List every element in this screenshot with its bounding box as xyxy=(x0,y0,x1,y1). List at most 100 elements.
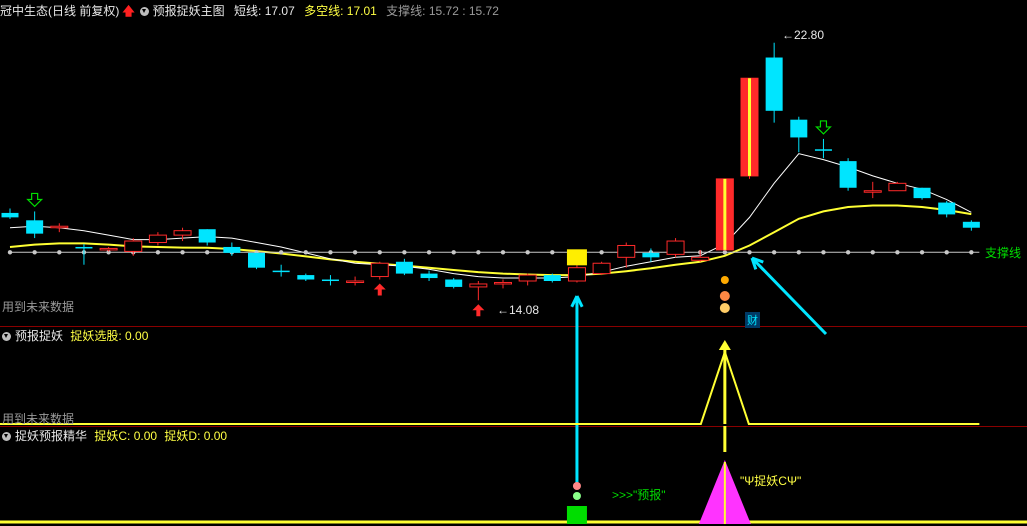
candle-body xyxy=(99,247,118,251)
candle xyxy=(248,252,265,270)
candle xyxy=(814,138,832,159)
forecast-dot-icon xyxy=(572,492,581,500)
candle xyxy=(666,238,685,258)
high-price-value: 22.80 xyxy=(794,28,825,42)
future-note-mid: 用到未来数据 xyxy=(2,412,75,426)
collapse-icon[interactable] xyxy=(139,7,149,16)
candle xyxy=(395,258,413,276)
mid-panel-title: 预报捉妖 xyxy=(15,329,64,343)
candle xyxy=(642,248,660,262)
support-dot xyxy=(870,250,875,255)
support-dot xyxy=(476,250,481,255)
candle xyxy=(198,229,216,246)
candle-body xyxy=(26,220,44,234)
stock-title: 冠中生态(日线 前复权) xyxy=(0,4,120,18)
candle xyxy=(592,261,611,276)
bull-bear-value: 17.01 xyxy=(346,4,377,18)
candle-body xyxy=(395,261,413,274)
chart-canvas xyxy=(0,42,1027,524)
candle-body xyxy=(494,281,512,285)
bottom-panel-header: 捉妖预报精华 捉妖C: 0.00 捉妖D: 0.00 xyxy=(0,427,227,445)
candle xyxy=(715,178,734,251)
low-price-label: ←14.08 xyxy=(497,303,540,317)
mid-item-label: 捉妖选股 xyxy=(70,329,119,343)
support-dot xyxy=(500,250,506,255)
bottom-panel-title: 捉妖预报精华 xyxy=(15,429,88,443)
candle-body xyxy=(962,221,980,228)
support-dot xyxy=(796,250,801,255)
high-price-label: ←22.80 xyxy=(782,28,825,42)
candle-body xyxy=(321,279,339,282)
candle-body xyxy=(666,240,685,255)
candle xyxy=(1,208,19,219)
support-dot xyxy=(845,250,851,255)
candle-body xyxy=(148,234,167,244)
candle-body xyxy=(1,212,19,218)
candle xyxy=(26,211,44,239)
candle xyxy=(765,42,783,123)
candle xyxy=(99,246,118,252)
candle xyxy=(370,261,389,280)
candle xyxy=(173,227,192,242)
collapse-icon[interactable] xyxy=(2,432,11,441)
mid-item-value: 0.00 xyxy=(125,329,149,343)
support-line-label: 支撑线 xyxy=(985,246,1022,260)
mid-panel-header: 预报捉妖 捉妖选股: 0.00 xyxy=(0,327,148,345)
candle-body xyxy=(50,225,69,229)
candle xyxy=(913,187,931,200)
support-dot xyxy=(377,250,382,255)
candle-body xyxy=(592,262,611,275)
candle xyxy=(75,244,93,265)
support-dot xyxy=(550,250,555,255)
collapse-icon[interactable] xyxy=(2,332,11,341)
butterfly-icon xyxy=(720,276,729,284)
support-dot xyxy=(426,250,432,255)
candle xyxy=(494,279,512,289)
low-price-value: 14.08 xyxy=(509,303,540,317)
candle xyxy=(223,242,241,256)
candle-body xyxy=(839,161,857,188)
support-dot xyxy=(57,250,62,255)
support-dot xyxy=(747,250,752,255)
candle xyxy=(962,220,980,231)
support-dot xyxy=(155,250,161,255)
candle-body xyxy=(863,190,882,193)
candle-body xyxy=(543,275,561,281)
candle xyxy=(790,116,808,153)
forecast-label: >>>"预报" xyxy=(612,488,666,502)
catch-c-label: 捉妖C xyxy=(94,429,128,443)
candle-body xyxy=(469,283,488,288)
candle-body xyxy=(420,273,438,279)
candle-body xyxy=(765,57,783,111)
candle-body xyxy=(814,149,832,151)
support-dot xyxy=(722,250,728,255)
support-dot xyxy=(821,250,826,255)
forecast-signal-bar xyxy=(566,506,587,524)
candle-body xyxy=(445,279,463,287)
candle xyxy=(50,223,69,233)
support-value: 15.72 : 15.72 xyxy=(428,4,499,18)
catch-signal-line xyxy=(0,348,980,425)
face-icon xyxy=(719,303,730,313)
bull-bear-label: 多空线 xyxy=(304,4,341,18)
candle xyxy=(148,232,167,246)
candle xyxy=(346,276,365,286)
candle xyxy=(518,273,537,286)
candle-body xyxy=(790,119,808,138)
buy-arrow-icon xyxy=(373,283,386,296)
cai-badge: 财 xyxy=(745,312,760,328)
catch-c-value: 0.00 xyxy=(133,429,158,443)
support-dot xyxy=(895,250,900,255)
support-dot xyxy=(919,250,925,255)
candle-body xyxy=(124,240,143,252)
support-dot xyxy=(599,250,604,255)
candle-body xyxy=(248,252,265,268)
forecast-marker xyxy=(566,249,587,266)
candle xyxy=(740,77,759,179)
red-up-icon: 🡅 xyxy=(122,4,135,18)
candle xyxy=(445,278,463,289)
candle-body xyxy=(75,246,93,249)
main-panel-header: 冠中生态(日线 前复权) 🡅 预报捉妖主图 短线: 17.07 多空线: 17.01… xyxy=(0,4,499,18)
candle xyxy=(567,264,586,283)
catch-arrow-head xyxy=(718,340,731,350)
